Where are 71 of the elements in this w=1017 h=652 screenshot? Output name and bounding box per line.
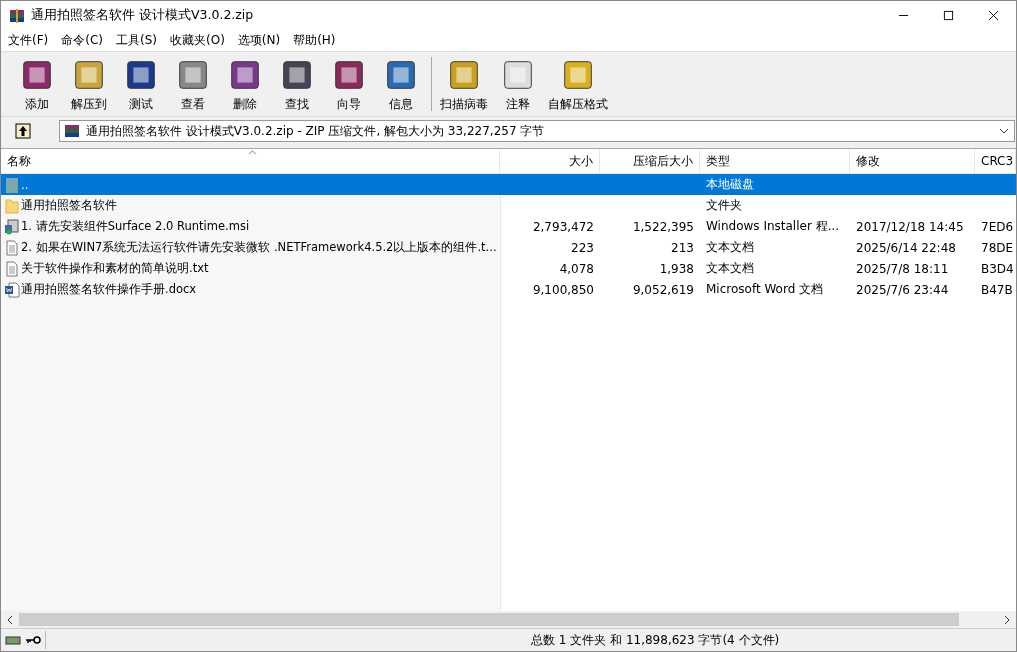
archive-app-icon [9,7,25,24]
menu-item[interactable]: 帮助(H) [288,32,341,49]
caret-icon [999,128,1009,134]
table-cell: 文本文档 [706,239,754,256]
file-name: 1. 请先安装组件Surface 2.0 Runtime.msi [21,219,250,234]
toolbar-button[interactable]: 测试 [115,53,167,115]
file-name: .. [21,177,29,192]
toolbar-button[interactable]: 添加 [11,53,63,115]
menu-item[interactable]: 工具(S) [111,32,162,49]
table-cell: 9,052,619 [632,282,694,297]
table-cell: Microsoft Word 文档 [706,281,824,298]
table-cell: 2025/6/14 22:48 [856,240,956,255]
table-cell: 213 [671,240,694,255]
word-document-icon [4,281,20,298]
toolbar-button[interactable]: 查看 [167,53,219,115]
file-name: 通用拍照签名软件 [21,198,117,213]
status-text: 总数 1 文件夹 和 11,898,623 字节(4 个文件) [531,631,780,649]
file-name: 通用拍照签名软件操作手册.docx [21,282,197,297]
table-cell: 2017/12/18 14:45 [856,219,964,234]
toolbar-button[interactable]: 扫描病毒 [436,53,492,115]
table-cell: Windows Installer 程... [706,218,840,235]
path-dropdown[interactable]: 通用拍照签名软件 设计模式V3.0.2.zip - ZIP 压缩文件, 解包大小为 33,227,257 字节 [59,120,1015,142]
table-cell: 9,100,850 [532,282,594,297]
toolbar-button[interactable]: 向导 [323,53,375,115]
table-cell: 2,793,472 [532,219,594,234]
file-name: 2. 如果在WIN7系统无法运行软件请先安装微软 .NETFramework4.5.2以上版本的组件.t... [21,240,497,255]
toolbar-button[interactable]: 自解压格式 [544,53,612,115]
file-name: 关于软件操作和素材的简单说明.txt [21,261,209,276]
table-cell: 2025/7/6 23:44 [856,282,949,297]
up-folder-icon[interactable] [15,123,31,139]
table-cell: 7ED6 [981,219,1014,234]
column-header[interactable]: 名称 [1,149,500,173]
table-cell: 2025/7/8 18:11 [856,261,949,276]
scrollbar-thumb[interactable] [19,613,959,626]
menu-item[interactable]: 收藏夹(O) [165,32,230,49]
table-cell: 223 [571,240,594,255]
file-row[interactable]: 2. 如果在WIN7系统无法运行软件请先安装微软 .NETFramework4.5.2以上版本的组件.t... 223 213 文本文档 2025/6/14 22:48 78DE [1,237,1016,258]
file-row[interactable]: 通用拍照签名软件 文件夹 [1,195,1016,216]
text-file-icon [4,239,20,256]
column-header[interactable]: 压缩后大小 [600,149,700,173]
column-header[interactable]: CRC3 [975,149,1016,173]
table-cell: 文件夹 [706,197,742,214]
menu-item[interactable]: 命令(C) [56,32,108,49]
table-cell: 1,522,395 [632,219,694,234]
column-header[interactable]: 大小 [500,149,600,173]
drive-icon [5,635,21,645]
file-row[interactable]: .. 本地磁盘 [1,174,1016,195]
toolbar-button[interactable]: 信息 [375,53,427,115]
toolbar-button[interactable]: 查找 [271,53,323,115]
table-cell: B47B [981,282,1013,297]
file-row[interactable]: 关于软件操作和素材的简单说明.txt 4,078 1,938 文本文档 2025/7/8 18:11 B3D4 [1,258,1016,279]
menu-item[interactable]: 文件(F) [3,32,54,49]
archive-icon [64,123,80,139]
column-header[interactable]: 修改 [850,149,975,173]
table-cell: 1,938 [659,261,694,276]
table-cell: 文本文档 [706,260,754,277]
menu-item[interactable]: 选项(N) [232,32,286,49]
file-row[interactable]: 1. 请先安装组件Surface 2.0 Runtime.msi 2,793,472 1,522,395 Windows Installer 程... 2017/12/18 14:45 7ED6 [1,216,1016,237]
table-cell: 4,078 [559,261,594,276]
column-header[interactable]: 类型 [700,149,850,173]
table-cell: 本地磁盘 [706,176,754,193]
installer-icon [4,218,20,235]
toolbar-button[interactable]: 注释 [492,53,544,115]
key-icon [25,635,41,645]
text-file-icon [4,260,20,277]
table-cell: 78DE [981,240,1014,255]
file-row[interactable]: 通用拍照签名软件操作手册.docx 9,100,850 9,052,619 Microsoft Word 文档 2025/7/6 23:44 B47B [1,279,1016,300]
toolbar-button[interactable]: 解压到 [63,53,115,115]
table-cell: B3D4 [981,261,1014,276]
toolbar-button[interactable]: 删除 [219,53,271,115]
window-title: 通用拍照签名软件 设计模式V3.0.2.zip [31,7,255,24]
